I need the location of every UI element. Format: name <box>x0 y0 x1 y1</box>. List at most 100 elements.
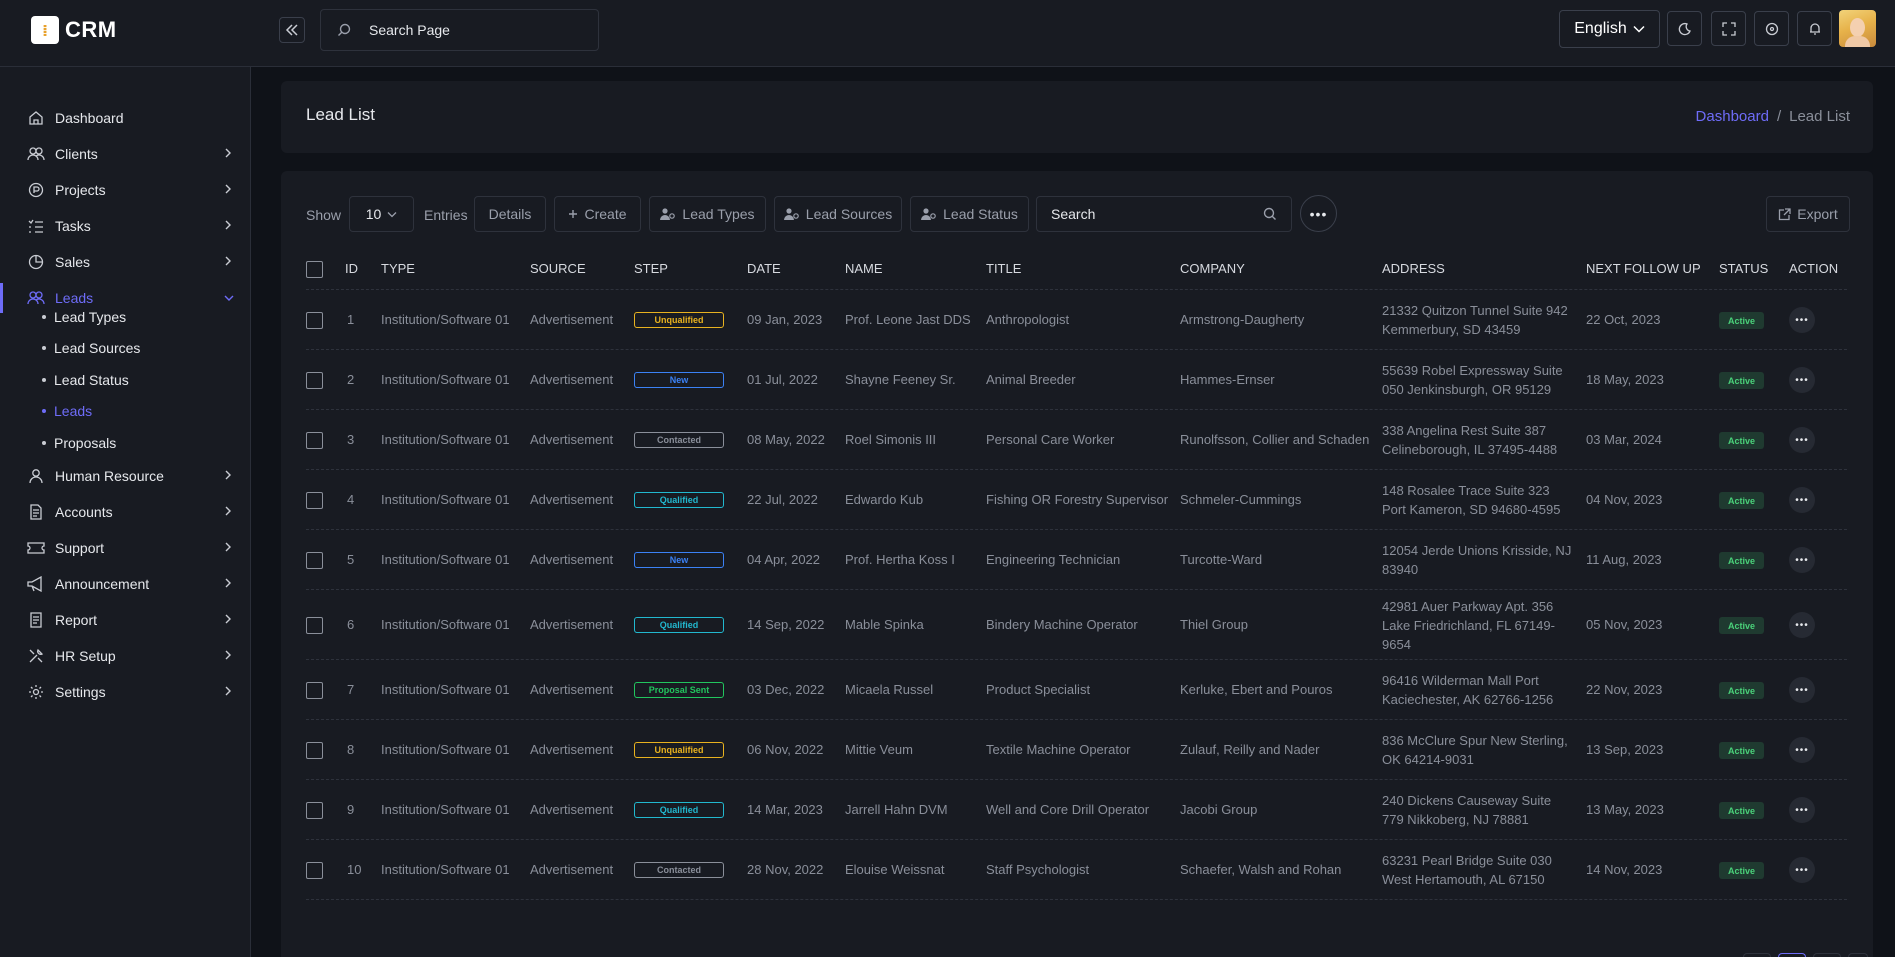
export-icon <box>1779 207 1791 220</box>
table-row[interactable]: 3 Institution/Software 01 Advertisement Con… <box>306 410 1847 470</box>
column-header-title[interactable]: TITLE <box>986 261 1021 276</box>
row-action-button[interactable]: ••• <box>1789 797 1815 823</box>
more-options-button[interactable]: ••• <box>1300 195 1337 232</box>
pagination-page-2[interactable] <box>1813 953 1841 957</box>
sidebar-item-announcement[interactable]: Announcement <box>0 569 251 599</box>
table-search-input[interactable]: Search <box>1036 196 1292 232</box>
details-button[interactable]: Details <box>474 196 546 232</box>
lead-sources-button[interactable]: Lead Sources <box>774 196 902 232</box>
column-header-company[interactable]: COMPANY <box>1180 261 1245 276</box>
cell-date: 04 Apr, 2022 <box>747 552 821 567</box>
create-button[interactable]: Create <box>554 196 641 232</box>
row-checkbox[interactable] <box>306 372 323 389</box>
export-button[interactable]: Export <box>1766 196 1850 232</box>
notifications-button[interactable] <box>1797 11 1832 46</box>
sidebar-item-tasks[interactable]: Tasks <box>0 211 251 241</box>
column-header-status[interactable]: STATUS <box>1719 261 1768 276</box>
cell-title: Textile Machine Operator <box>986 742 1131 757</box>
cell-address-line: OK 64214-9031 <box>1382 752 1474 767</box>
sidebar-item-support[interactable]: Support <box>0 533 251 563</box>
row-action-button[interactable]: ••• <box>1789 857 1815 883</box>
column-header-name[interactable]: NAME <box>845 261 883 276</box>
theme-toggle-button[interactable] <box>1667 11 1702 46</box>
lead-status-button[interactable]: Lead Status <box>910 196 1029 232</box>
column-header-address[interactable]: ADDRESS <box>1382 261 1445 276</box>
select-all-checkbox[interactable] <box>306 261 323 278</box>
row-action-button[interactable]: ••• <box>1789 677 1815 703</box>
search-icon <box>1263 207 1276 220</box>
sidebar-item-accounts[interactable]: Accounts <box>0 497 251 527</box>
sidebar-item-projects[interactable]: Projects <box>0 175 251 205</box>
row-action-button[interactable]: ••• <box>1789 737 1815 763</box>
column-header-date[interactable]: DATE <box>747 261 781 276</box>
sidebar-subitem-lead-types[interactable]: Lead Types <box>42 307 126 327</box>
table-row[interactable]: 5 Institution/Software 01 Advertisement New… <box>306 530 1847 590</box>
column-header-type[interactable]: TYPE <box>381 261 415 276</box>
row-action-button[interactable]: ••• <box>1789 367 1815 393</box>
column-header-next-follow-up[interactable]: NEXT FOLLOW UP <box>1586 261 1701 276</box>
user-avatar[interactable] <box>1839 10 1876 47</box>
row-action-button[interactable]: ••• <box>1789 307 1815 333</box>
sidebar-item-clients[interactable]: Clients <box>0 139 251 169</box>
cell-source: Advertisement <box>530 862 614 877</box>
sidebar-item-dashboard[interactable]: Dashboard <box>0 103 251 133</box>
table-row[interactable]: 6 Institution/Software 01 Advertisement Qua… <box>306 590 1847 660</box>
sidebar-item-hr-setup[interactable]: HR Setup <box>0 641 251 671</box>
lead-types-button[interactable]: Lead Types <box>649 196 766 232</box>
row-checkbox[interactable] <box>306 617 323 634</box>
pagination-prev[interactable] <box>1743 953 1771 957</box>
column-header-source[interactable]: SOURCE <box>530 261 586 276</box>
row-checkbox[interactable] <box>306 492 323 509</box>
sidebar-item-settings[interactable]: Settings <box>0 677 251 707</box>
sidebar-subitem-leads[interactable]: Leads <box>42 401 92 421</box>
fullscreen-button[interactable] <box>1711 11 1746 46</box>
chevron-right-icon <box>224 685 232 699</box>
row-checkbox[interactable] <box>306 802 323 819</box>
home-icon <box>27 109 45 127</box>
sidebar-item-sales[interactable]: Sales <box>0 247 251 277</box>
row-checkbox[interactable] <box>306 682 323 699</box>
row-action-button[interactable]: ••• <box>1789 612 1815 638</box>
row-checkbox[interactable] <box>306 552 323 569</box>
breadcrumb-dashboard-link[interactable]: Dashboard <box>1696 108 1769 125</box>
row-action-button[interactable]: ••• <box>1789 427 1815 453</box>
user-gear-icon <box>660 208 676 220</box>
table-row[interactable]: 8 Institution/Software 01 Advertisement Unq… <box>306 720 1847 780</box>
entries-select[interactable]: 10 <box>349 196 414 232</box>
status-badge: Active <box>1719 742 1764 759</box>
table-row[interactable]: 2 Institution/Software 01 Advertisement New… <box>306 350 1847 410</box>
row-checkbox[interactable] <box>306 742 323 759</box>
cell-address-line: 240 Dickens Causeway Suite <box>1382 793 1552 808</box>
app-logo[interactable]: ⁞ CRM <box>31 16 117 44</box>
table-row[interactable]: 9 Institution/Software 01 Advertisement Qua… <box>306 780 1847 840</box>
table-row[interactable]: 10 Institution/Software 01 Advertisement Co… <box>306 840 1847 900</box>
row-checkbox[interactable] <box>306 432 323 449</box>
row-action-button[interactable]: ••• <box>1789 547 1815 573</box>
column-header-step[interactable]: STEP <box>634 261 668 276</box>
sidebar-item-report[interactable]: Report <box>0 605 251 635</box>
sidebar-subitem-lead-status[interactable]: Lead Status <box>42 370 129 390</box>
entries-value: 10 <box>365 206 382 222</box>
cell-date: 03 Dec, 2022 <box>747 682 825 697</box>
row-action-button[interactable]: ••• <box>1789 487 1815 513</box>
language-select[interactable]: English <box>1559 10 1660 48</box>
pagination-page-1[interactable] <box>1778 953 1806 957</box>
table-row[interactable]: 1 Institution/Software 01 Advertisement Unq… <box>306 290 1847 350</box>
row-checkbox[interactable] <box>306 862 323 879</box>
dashboard-shortcut-button[interactable] <box>1754 11 1789 46</box>
status-badge: Active <box>1719 617 1764 634</box>
collapse-sidebar-button[interactable] <box>279 17 305 43</box>
table-row[interactable]: 7 Institution/Software 01 Advertisement Pro… <box>306 660 1847 720</box>
table-row[interactable]: 4 Institution/Software 01 Advertisement Qua… <box>306 470 1847 530</box>
cell-id: 8 <box>347 742 355 757</box>
sidebar-subitem-proposals[interactable]: Proposals <box>42 433 116 453</box>
pagination-next[interactable] <box>1848 953 1868 957</box>
row-checkbox[interactable] <box>306 312 323 329</box>
page-search-input[interactable]: Search Page <box>320 9 599 51</box>
column-header-id[interactable]: ID <box>345 261 358 276</box>
sidebar-subitem-lead-sources[interactable]: Lead Sources <box>42 338 140 358</box>
sidebar-item-human-resource[interactable]: Human Resource <box>0 461 251 491</box>
chevron-down-icon <box>224 291 234 305</box>
cell-id: 5 <box>347 552 355 567</box>
logo-icon: ⁞ <box>31 16 59 44</box>
